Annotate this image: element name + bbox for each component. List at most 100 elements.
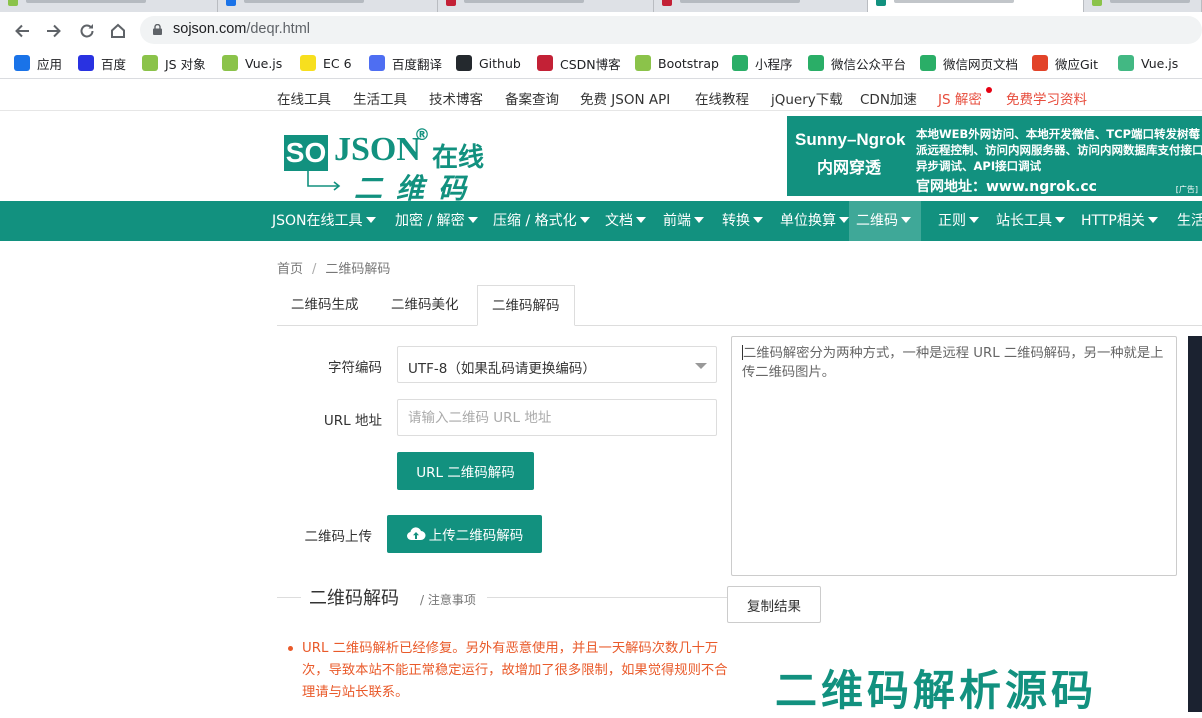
browser-tab[interactable] [218, 0, 438, 12]
nav-item[interactable]: JSON在线工具 [265, 201, 388, 241]
tab-favicon-icon [226, 0, 236, 6]
caret-down-icon [365, 217, 376, 223]
ad-title: Sunny–Ngrok [795, 130, 906, 149]
copy-result-button[interactable]: 复制结果 [727, 586, 821, 623]
browser-tab-active[interactable] [868, 0, 1084, 12]
ad-tag: [广告] [1175, 185, 1198, 194]
tab-qr-generate[interactable]: 二维码生成 [277, 285, 373, 326]
bookmark-item[interactable]: Vue.js [1118, 54, 1178, 72]
bookmark-item[interactable]: Vue.js [222, 54, 282, 72]
charset-label: 字符编码 [328, 360, 382, 376]
bookmark-item[interactable]: 应用 [14, 54, 62, 72]
bookmark-item[interactable]: 小程序 [732, 54, 793, 72]
top-link[interactable]: 在线教程 [695, 88, 749, 108]
divider [487, 597, 727, 598]
bookmark-label: 百度翻译 [392, 56, 443, 72]
breadcrumb-home-link[interactable]: 首页 [277, 262, 303, 277]
bookmark-item[interactable]: 百度 [78, 54, 126, 72]
nav-item[interactable]: HTTP相关 [1074, 201, 1166, 241]
nav-item-label: 加密 / 解密 [395, 213, 465, 229]
top-link[interactable]: 技术博客 [429, 88, 483, 108]
tab-favicon-icon [1092, 0, 1102, 6]
nav-item[interactable]: 单位换算 [773, 201, 849, 241]
tab-favicon-icon [876, 0, 886, 6]
nav-item-label: 前端 [663, 213, 691, 229]
notes-item: URL 二维码解析已经修复。另外有恶意使用，并且一天解码次数几十万次，导致本站不… [302, 641, 728, 700]
bookmark-item[interactable]: JS 对象 [142, 54, 206, 72]
nav-item-label: 单位换算 [780, 213, 836, 229]
caret-down-icon [1147, 217, 1158, 223]
notes-title: 二维码解码 [309, 588, 399, 609]
url-decode-button[interactable]: URL 二维码解码 [397, 452, 534, 490]
site-logo[interactable]: SO JSON ® 在线 二维码 [284, 123, 494, 205]
home-button[interactable] [107, 20, 129, 42]
home-icon [111, 23, 125, 38]
bookmark-item[interactable]: Bootstrap [635, 54, 719, 72]
browser-tab[interactable] [438, 0, 654, 12]
caret-down-icon [694, 217, 704, 223]
nav-item[interactable]: 正则 [931, 201, 983, 241]
bookmark-item[interactable]: Github [456, 54, 521, 72]
browser-tab[interactable] [654, 0, 868, 12]
bookmark-label: 微信网页文档 [943, 56, 1019, 72]
nav-item-label: JSON在线工具 [272, 213, 363, 229]
globe-icon [142, 55, 158, 71]
bookmark-item[interactable]: EC 6 [300, 54, 352, 72]
nav-item[interactable]: 站长工具 [989, 201, 1068, 241]
omnibox[interactable]: sojson.com/deqr.html [140, 16, 1202, 44]
tab-qr-beautify[interactable]: 二维码美化 [377, 285, 473, 326]
gitlab-icon [1032, 55, 1048, 71]
bookmark-item[interactable]: CSDN博客 [537, 54, 621, 72]
top-link[interactable]: 在线工具 [277, 88, 331, 108]
bookmark-item[interactable]: 微信网页文档 [920, 54, 1018, 72]
nav-item[interactable]: 生活 [1170, 201, 1202, 241]
browser-tab[interactable] [1084, 0, 1202, 12]
bullet-icon [288, 646, 293, 651]
nav-item[interactable]: 二维码 [849, 201, 921, 241]
result-textarea[interactable]: 二维码解密分为两种方式，一种是远程 URL 二维码解码，另一种就是上传二维码图片… [731, 336, 1177, 576]
bookmark-item[interactable]: 微信公众平台 [808, 54, 906, 72]
nav-item[interactable]: 文档 [598, 201, 650, 241]
upload-decode-button[interactable]: 上传二维码解码 [387, 515, 542, 553]
nav-item[interactable]: 加密 / 解密 [388, 201, 480, 241]
ad-subtitle: 内网穿透 [817, 158, 882, 177]
bookmark-label: 小程序 [755, 56, 793, 72]
caret-down-icon [753, 217, 763, 223]
top-link[interactable]: JS 解密 [938, 88, 982, 108]
top-link[interactable]: CDN加速 [860, 88, 917, 108]
forward-button[interactable] [43, 20, 65, 42]
bookmark-label: JS 对象 [165, 56, 206, 72]
top-link[interactable]: jQuery下载 [771, 88, 843, 108]
nav-item-label: 正则 [938, 213, 966, 229]
browser-tab[interactable] [0, 0, 218, 12]
charset-select[interactable]: UTF-8（如果乱码请更换编码） [397, 346, 717, 383]
divider [277, 597, 301, 598]
notes-section-header: 二维码解码 / 注意事项 [277, 583, 727, 613]
breadcrumb-separator: / [312, 262, 317, 277]
reload-button[interactable] [76, 20, 98, 42]
nav-item[interactable]: 压缩 / 格式化 [486, 201, 592, 241]
nav-item[interactable]: 转换 [715, 201, 767, 241]
lock-icon [153, 24, 162, 35]
watermark-text: 二维码解析源码 [775, 666, 1098, 715]
tab-qr-decode[interactable]: 二维码解码 [477, 285, 575, 326]
top-link[interactable]: 免费 JSON API [580, 88, 670, 108]
ngrok-ad-banner[interactable]: Sunny–Ngrok 内网穿透 本地WEB外网访问、本地开发微信、TCP端口转… [787, 116, 1202, 196]
caret-down-icon [636, 217, 646, 223]
top-link[interactable]: 免费学习资料 [1006, 88, 1087, 108]
wechat-icon [920, 55, 936, 71]
bookmark-item[interactable]: 微应Git [1032, 54, 1098, 72]
notes-list: URL 二维码解析已经修复。另外有恶意使用，并且一天解码次数几十万次，导致本站不… [288, 638, 728, 704]
nav-item[interactable]: 前端 [656, 201, 709, 241]
back-button[interactable] [11, 20, 33, 42]
logo-json-text: JSON [334, 131, 421, 168]
main-nav: JSON在线工具 加密 / 解密 压缩 / 格式化 文档 前端 转换 单位换算 二维码 正则 站长… [0, 201, 1202, 241]
bookmark-item[interactable]: 百度翻译 [369, 54, 442, 72]
qr-url-input[interactable] [397, 399, 717, 436]
bookmark-label: CSDN博客 [560, 56, 621, 72]
top-link[interactable]: 生活工具 [353, 88, 407, 108]
es-logo-icon [300, 55, 316, 71]
nav-item-label: 压缩 / 格式化 [493, 213, 577, 229]
upload-label: 二维码上传 [304, 529, 373, 545]
top-link[interactable]: 备案查询 [505, 88, 559, 108]
